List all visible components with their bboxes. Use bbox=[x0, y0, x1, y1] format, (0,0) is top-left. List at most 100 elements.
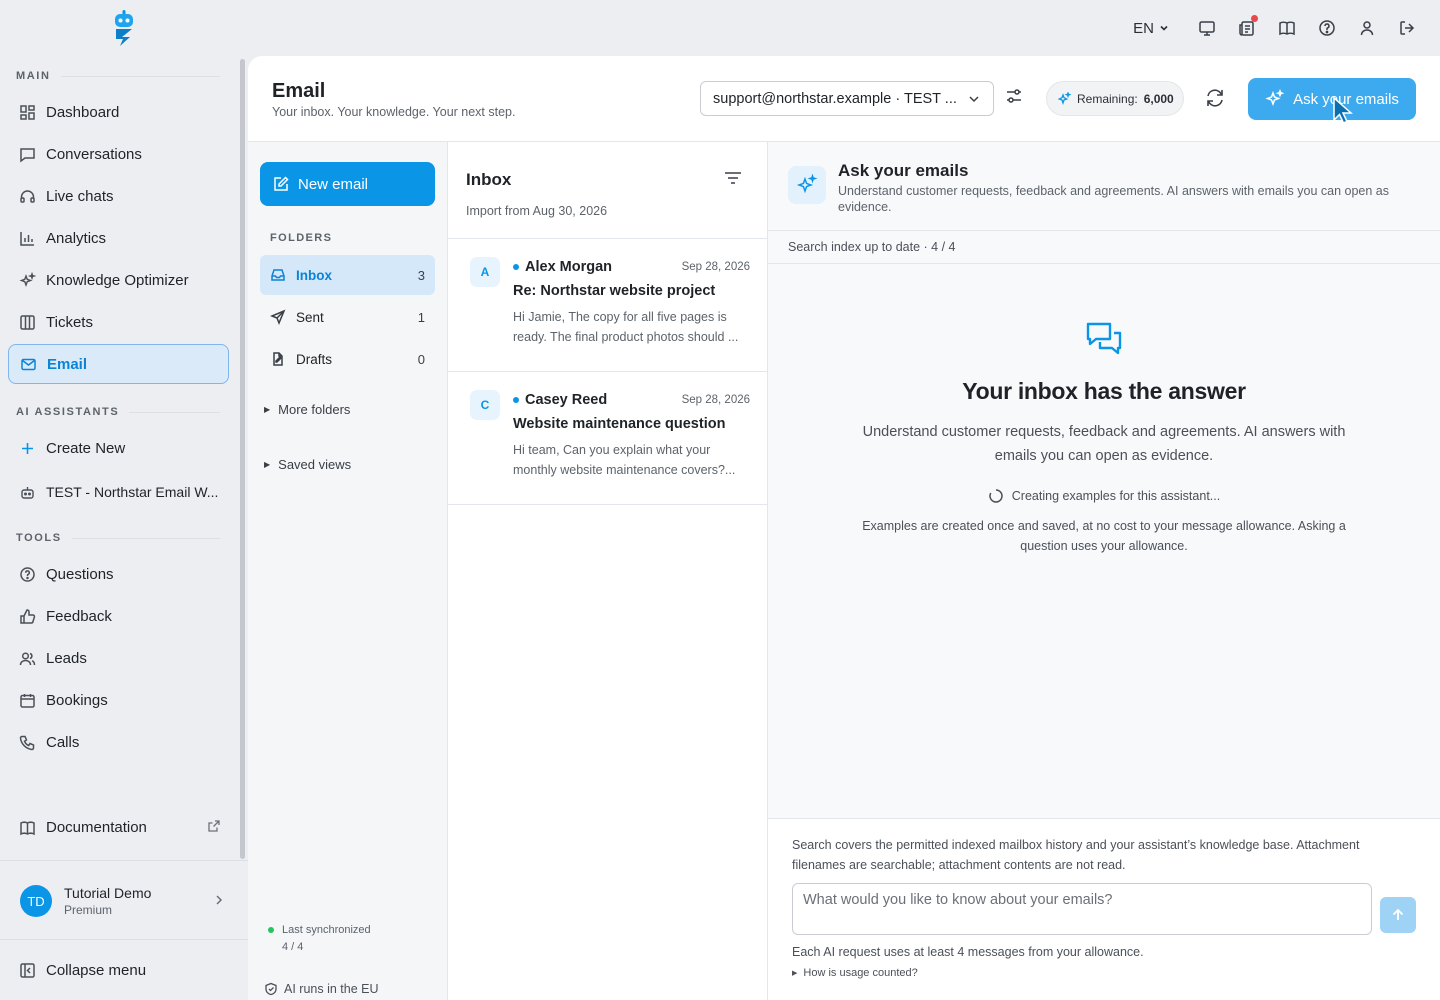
logout-icon[interactable] bbox=[1394, 15, 1420, 41]
language-select[interactable]: EN bbox=[1133, 20, 1170, 37]
sidebar-item-analytics[interactable]: Analytics bbox=[8, 218, 229, 258]
robot-icon bbox=[18, 483, 36, 501]
sidebar-item-label: Conversations bbox=[46, 145, 142, 163]
folder-label: Sent bbox=[296, 309, 324, 325]
sidebar-item-documentation[interactable]: Documentation bbox=[8, 807, 229, 847]
sidebar-item-label: Email bbox=[47, 355, 88, 373]
send-button[interactable] bbox=[1380, 897, 1416, 933]
inbox-title: Inbox bbox=[466, 170, 512, 189]
email-date: Sep 28, 2026 bbox=[681, 261, 750, 273]
inbox-icon bbox=[270, 267, 286, 283]
sidebar-item-dashboard[interactable]: Dashboard bbox=[8, 92, 229, 132]
email-list-item[interactable]: A Alex Morgan Sep 28, 2026 Re: Northstar… bbox=[448, 239, 768, 372]
remaining-value: 6,000 bbox=[1143, 91, 1174, 106]
sidebar-item-knowledge-optimizer[interactable]: Knowledge Optimizer bbox=[8, 260, 229, 300]
examples-note: Examples are created once and saved, at … bbox=[862, 519, 1346, 553]
language-label: EN bbox=[1133, 19, 1154, 37]
folders-heading: FOLDERS bbox=[270, 232, 333, 244]
user-menu[interactable]: TD Tutorial Demo Premium bbox=[20, 884, 230, 918]
headset-icon bbox=[18, 187, 36, 205]
thumbs-up-icon bbox=[18, 607, 36, 625]
question-input[interactable] bbox=[792, 883, 1372, 935]
ask-panel: Ask your emails Understand customer requ… bbox=[768, 142, 1440, 1000]
folder-label: Drafts bbox=[296, 351, 333, 367]
chevron-right-icon bbox=[212, 893, 226, 907]
new-email-button[interactable]: New email bbox=[260, 162, 435, 206]
usage-note: Each AI request uses at least 4 messages… bbox=[792, 945, 1144, 959]
email-preview: Hi Jamie, The copy for all five pages is… bbox=[513, 310, 739, 344]
dashboard-icon bbox=[18, 103, 36, 121]
sidebar-item-label: Knowledge Optimizer bbox=[46, 271, 189, 289]
news-icon[interactable] bbox=[1234, 15, 1260, 41]
more-folders-toggle[interactable]: ▶ More folders bbox=[264, 402, 350, 417]
mailbox-select[interactable]: support@northstar.example · TEST ... bbox=[700, 81, 994, 116]
sidebar-collapse-icon bbox=[18, 961, 36, 979]
filter-icon[interactable] bbox=[723, 168, 743, 188]
saved-views-toggle[interactable]: ▶ Saved views bbox=[264, 457, 351, 472]
sidebar-item-create-new[interactable]: Create New bbox=[8, 428, 229, 468]
notification-dot bbox=[1251, 15, 1258, 22]
tickets-icon bbox=[18, 313, 36, 331]
sparkles-icon bbox=[1265, 89, 1285, 109]
sender-avatar: A bbox=[470, 257, 500, 287]
user-icon[interactable] bbox=[1354, 15, 1380, 41]
sidebar-item-label: Calls bbox=[46, 733, 80, 751]
search-coverage-note: Search covers the permitted indexed mail… bbox=[792, 838, 1360, 872]
top-bar: EN bbox=[0, 0, 1440, 56]
unread-dot bbox=[513, 264, 519, 270]
more-folders-label: More folders bbox=[278, 402, 351, 417]
sidebar-item-email[interactable]: Email bbox=[8, 344, 229, 384]
saved-views-label: Saved views bbox=[278, 457, 352, 472]
sidebar-item-assistant[interactable]: TEST - Northstar Email W... bbox=[8, 472, 229, 512]
sidebar-item-label: Questions bbox=[46, 565, 114, 583]
book-icon[interactable] bbox=[1274, 15, 1300, 41]
sidebar-item-label: Documentation bbox=[46, 818, 147, 836]
settings-sliders-icon[interactable] bbox=[1004, 86, 1028, 110]
chat-bubbles-icon bbox=[1084, 320, 1124, 360]
external-link-icon bbox=[207, 819, 221, 833]
sidebar-item-feedback[interactable]: Feedback bbox=[8, 596, 229, 636]
collapse-menu-button[interactable]: Collapse menu bbox=[8, 950, 229, 990]
mail-icon bbox=[19, 355, 37, 373]
email-subject: Website maintenance question bbox=[513, 416, 726, 432]
folder-inbox[interactable]: Inbox 3 bbox=[260, 255, 435, 295]
email-preview: Hi team, Can you explain what your month… bbox=[513, 443, 736, 477]
sidebar-item-tickets[interactable]: Tickets bbox=[8, 302, 229, 342]
sidebar-item-live-chats[interactable]: Live chats bbox=[8, 176, 229, 216]
shield-icon bbox=[264, 982, 278, 996]
remaining-label: Remaining: bbox=[1077, 91, 1138, 106]
conversations-icon bbox=[18, 145, 36, 163]
monitor-icon[interactable] bbox=[1194, 15, 1220, 41]
sidebar-item-label: Leads bbox=[46, 649, 87, 667]
page-title: Email bbox=[272, 80, 326, 102]
arrow-up-icon bbox=[1390, 907, 1406, 923]
sidebar-item-conversations[interactable]: Conversations bbox=[8, 134, 229, 174]
sync-status: Last synchronized 4 / 4 bbox=[268, 922, 371, 956]
mouse-cursor-icon bbox=[1332, 96, 1354, 126]
sidebar: MAIN Dashboard Conversations Live chats … bbox=[0, 56, 248, 1000]
compose-icon bbox=[272, 175, 290, 193]
robot-logo-icon[interactable] bbox=[110, 10, 138, 46]
help-icon[interactable] bbox=[1314, 15, 1340, 41]
phone-icon bbox=[18, 733, 36, 751]
refresh-icon[interactable] bbox=[1204, 87, 1228, 111]
sidebar-item-calls[interactable]: Calls bbox=[8, 722, 229, 762]
email-list-item[interactable]: C Casey Reed Sep 28, 2026 Website mainte… bbox=[448, 372, 768, 505]
sidebar-item-leads[interactable]: Leads bbox=[8, 638, 229, 678]
sparkles-icon bbox=[18, 271, 36, 289]
sidebar-item-bookings[interactable]: Bookings bbox=[8, 680, 229, 720]
sender-avatar: C bbox=[470, 390, 500, 420]
sidebar-scrollbar[interactable] bbox=[240, 59, 245, 859]
avatar: TD bbox=[20, 885, 52, 917]
main-panel: Email Your inbox. Your knowledge. Your n… bbox=[248, 56, 1440, 1000]
folders-panel: New email FOLDERS Inbox 3 Sent 1 Drafts … bbox=[248, 142, 448, 1000]
sync-label: Last synchronized bbox=[282, 924, 371, 936]
folder-sent[interactable]: Sent 1 bbox=[260, 297, 435, 337]
chevron-down-icon bbox=[1160, 25, 1168, 31]
send-icon bbox=[270, 309, 286, 325]
usage-details-toggle[interactable]: ▶ How is usage counted? bbox=[792, 967, 918, 979]
sidebar-item-questions[interactable]: Questions bbox=[8, 554, 229, 594]
user-name: Tutorial Demo bbox=[64, 885, 152, 901]
folder-drafts[interactable]: Drafts 0 bbox=[260, 339, 435, 379]
new-email-label: New email bbox=[298, 175, 369, 193]
